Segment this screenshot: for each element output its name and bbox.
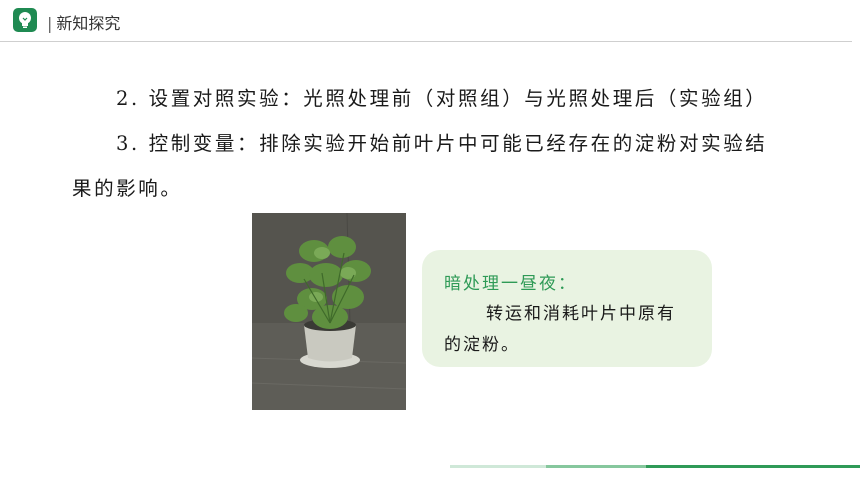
plant-photo [252,213,406,410]
title-divider: | [47,14,53,33]
page-title-text: 新知探究 [56,14,121,33]
callout-text-line2: 的淀粉。 [444,335,520,355]
lightbulb-icon [13,8,37,32]
footer-bar-medium [546,465,646,468]
dark-treatment-callout: 暗处理一昼夜： 转运和消耗叶片中原有 的淀粉。 [422,250,712,367]
page-title: | 新知探究 [47,10,120,34]
paragraph-control-variable: 3. 控制变量：排除实验开始前叶片中可能已经存在的淀粉对实验结 [116,132,768,155]
header-divider [0,41,852,42]
paragraph-control-variable-cont: 果的影响。 [72,177,183,200]
callout-text-line1: 转运和消耗叶片中原有 [486,304,676,324]
footer-bar-light [450,465,546,468]
callout-title: 暗处理一昼夜： [444,274,577,294]
footer-bar-dark [646,465,860,468]
header: | 新知探究 [0,0,860,42]
paragraph-control-experiment: 2. 设置对照实验：光照处理前（对照组）与光照处理后（实验组） [116,87,768,110]
